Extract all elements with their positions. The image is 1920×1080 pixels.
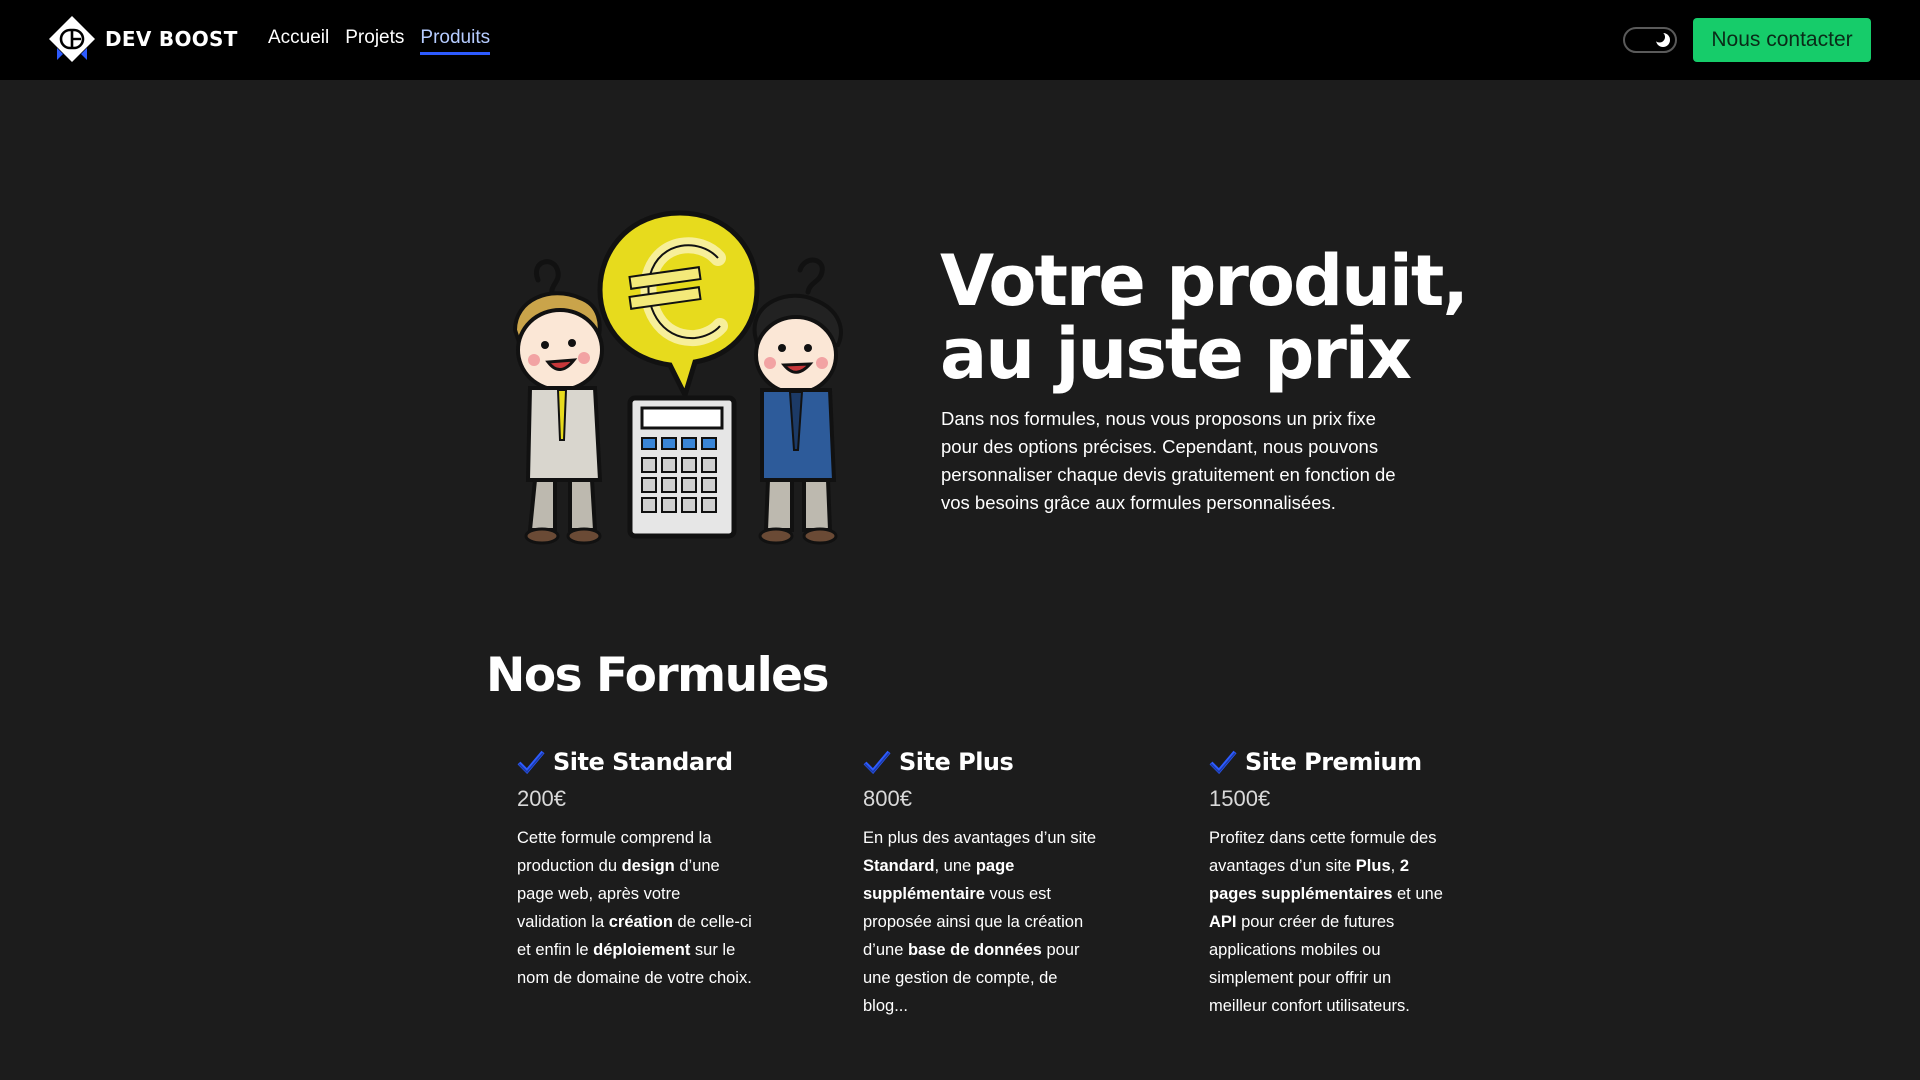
formula-price: 800€: [863, 786, 912, 811]
nav-link-accueil[interactable]: Accueil: [268, 27, 329, 55]
hero-title: Votre produit, au juste prix: [940, 245, 1500, 391]
description-text: pour créer de futures applications mobil…: [1209, 913, 1410, 1015]
emphasis-text: Plus: [1355, 857, 1391, 875]
formula-title: Site Plus: [899, 748, 1014, 776]
formula-card-plus: Site Plus 800€ En plus des avantages d’u…: [863, 748, 1098, 1020]
theme-toggle[interactable]: [1623, 27, 1677, 53]
check-icon: [1209, 750, 1237, 774]
db-logo-icon: [49, 16, 95, 62]
check-icon: [863, 750, 891, 774]
nav-link-projets[interactable]: Projets: [345, 27, 404, 55]
formula-price: 200€: [517, 786, 566, 811]
formula-price: 1500€: [1209, 786, 1271, 811]
description-text: , une: [934, 857, 976, 875]
hero-description: Dans nos formules, nous vous proposons u…: [941, 408, 1396, 513]
emphasis-text: design: [621, 857, 675, 875]
brand-name: DEV BOOST: [105, 27, 238, 51]
formules-title: Nos Formules: [486, 648, 830, 703]
hero-title-line2: au juste prix: [940, 313, 1412, 395]
top-navbar: DEV BOOST Accueil Projets Produits Nous …: [0, 0, 1920, 80]
formula-card-standard: Site Standard 200€ Cette formule compren…: [517, 748, 752, 992]
moon-icon: [1655, 32, 1670, 47]
formula-description: En plus des avantages d’un site Standard…: [863, 824, 1098, 1020]
description-text: En plus des avantages d’un site: [863, 829, 1096, 847]
formula-card-premium: Site Premium 1500€ Profitez dans cette f…: [1209, 748, 1444, 1020]
emphasis-text: déploiement: [593, 941, 691, 959]
formula-title: Site Standard: [553, 748, 733, 776]
emphasis-text: création: [608, 913, 673, 931]
description-text: ,: [1390, 857, 1400, 875]
formula-description: Cette formule comprend la production du …: [517, 824, 752, 992]
emphasis-text: Standard: [863, 857, 935, 875]
check-icon: [517, 750, 545, 774]
formula-title: Site Premium: [1245, 748, 1422, 776]
emphasis-text: API: [1209, 913, 1237, 931]
description-text: et une: [1392, 885, 1443, 903]
main-nav: Accueil Projets Produits: [268, 27, 491, 55]
nav-link-produits[interactable]: Produits: [420, 27, 491, 55]
contact-button[interactable]: Nous contacter: [1693, 18, 1871, 62]
hero-title-line1: Votre produit,: [940, 240, 1469, 322]
two-businessmen-calculator-euro-icon: [512, 210, 843, 545]
emphasis-text: base de données: [907, 941, 1042, 959]
formula-description: Profitez dans cette formule des avantage…: [1209, 824, 1444, 1020]
brand[interactable]: DEV BOOST: [48, 15, 238, 63]
